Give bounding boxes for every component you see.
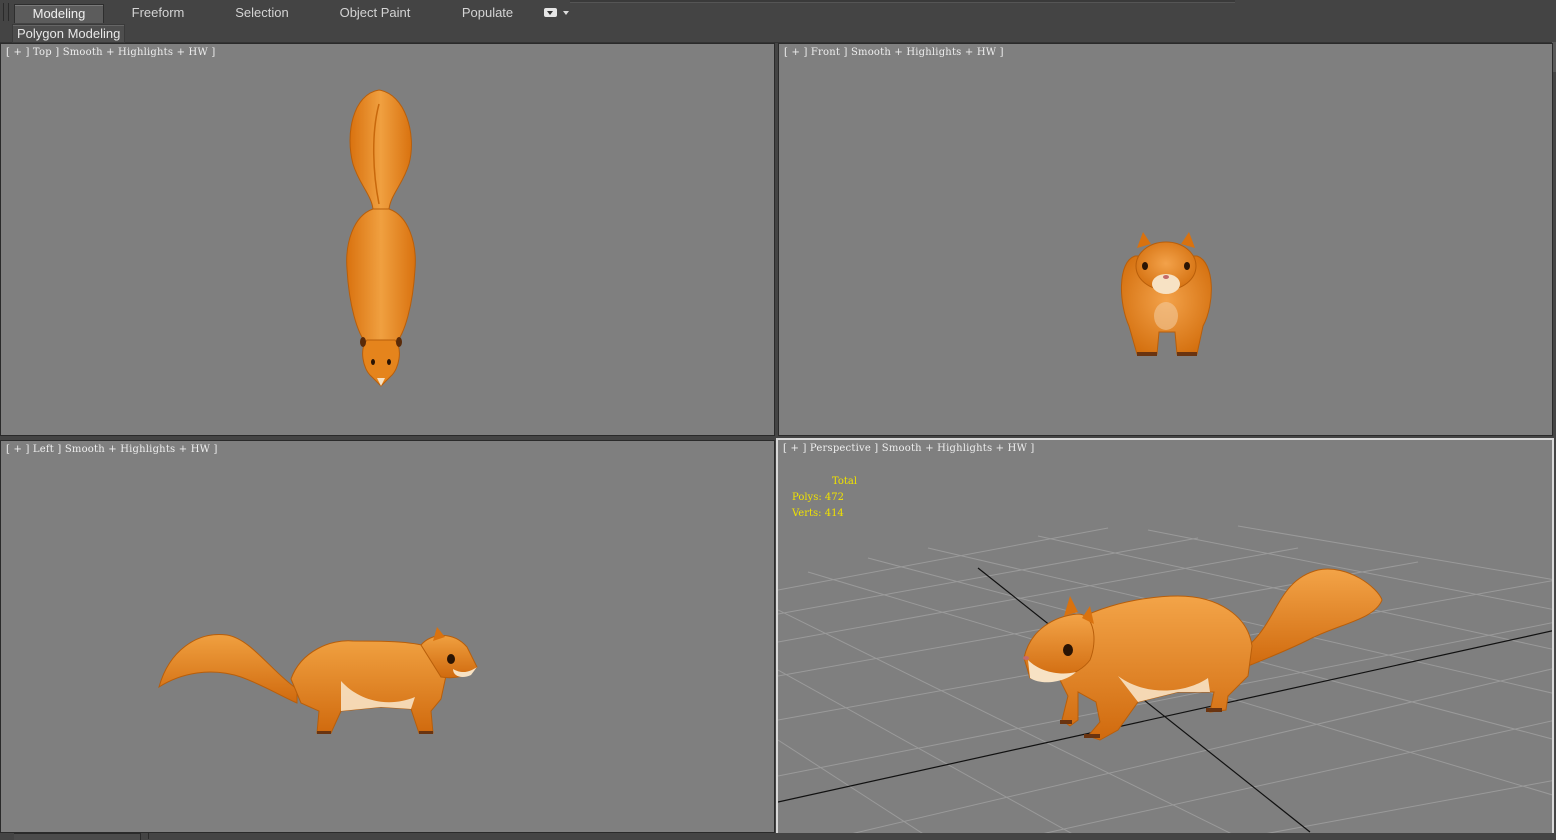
tab-selection[interactable]: Selection — [222, 4, 302, 22]
ribbon-panel-bar — [0, 24, 1556, 43]
squirrel-perspective — [1023, 568, 1383, 741]
squirrel-front-view — [1121, 232, 1212, 356]
viewport-front[interactable]: [ + ] Front ] Smooth + Highlights + HW ] — [778, 43, 1553, 436]
perspective-scene — [778, 525, 1552, 833]
squirrel-top-view — [346, 89, 416, 387]
ribbon-tab-bar: Modeling Freeform Selection Object Paint… — [0, 0, 1556, 24]
status-bar-divider — [148, 833, 157, 839]
tab-freeform[interactable]: Freeform — [118, 4, 198, 22]
ribbon-separator — [570, 0, 1235, 3]
chevron-down-icon — [563, 11, 569, 15]
dropdown-icon — [544, 8, 557, 17]
polygon-modeling-panel[interactable]: Polygon Modeling — [12, 24, 126, 43]
status-bar — [0, 833, 1556, 840]
viewport-perspective[interactable]: [ + ] Perspective ] Smooth + Highlights … — [776, 438, 1554, 835]
tab-modeling[interactable]: Modeling — [14, 4, 104, 23]
squirrel-left-view — [158, 627, 478, 734]
viewport-top[interactable]: [ + ] Top ] Smooth + Highlights + HW ] — [0, 43, 775, 436]
ribbon-grip-handle[interactable] — [3, 3, 9, 21]
tab-populate[interactable]: Populate — [450, 4, 525, 22]
tab-object-paint[interactable]: Object Paint — [330, 4, 420, 22]
ribbon-options-dropdown[interactable] — [544, 8, 570, 18]
viewport-left[interactable]: [ + ] Left ] Smooth + Highlights + HW ] — [0, 440, 775, 833]
